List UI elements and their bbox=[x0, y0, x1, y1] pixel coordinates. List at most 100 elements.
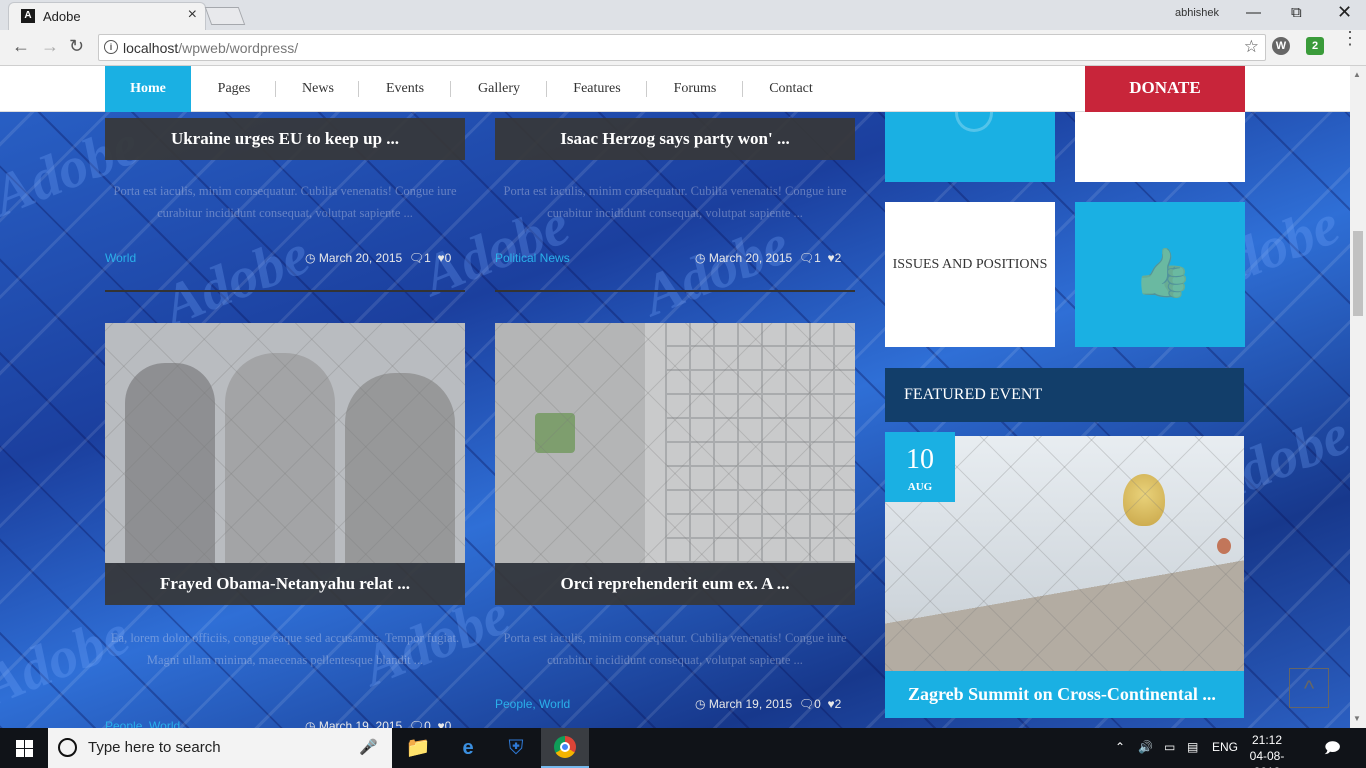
post-category-link[interactable]: Political News bbox=[495, 251, 570, 265]
battery-icon[interactable]: ▭ bbox=[1164, 740, 1175, 754]
close-window-icon[interactable]: ✕ bbox=[1337, 2, 1352, 23]
volume-icon[interactable]: 🔊 bbox=[1138, 740, 1153, 754]
nav-separator bbox=[646, 81, 647, 97]
event-date-badge: 10 AUG bbox=[885, 432, 955, 502]
nav-separator bbox=[358, 81, 359, 97]
file-explorer-icon[interactable]: 📁 bbox=[394, 728, 442, 768]
security-shield-icon[interactable]: ⛨ bbox=[492, 728, 540, 768]
post-excerpt: Porta est iaculis, minim consequatur. Cu… bbox=[113, 184, 457, 220]
nav-news[interactable]: News bbox=[280, 66, 356, 112]
clock-date: 04-08-2018 bbox=[1249, 749, 1285, 768]
forward-icon[interactable]: → bbox=[41, 36, 59, 57]
post-meta: ◷ March 19, 2015 🗨0 ♥2 bbox=[695, 697, 842, 711]
image-watermark bbox=[495, 323, 855, 563]
post-image[interactable] bbox=[105, 323, 465, 563]
post-category-link[interactable]: People, World bbox=[495, 697, 570, 711]
input-language[interactable]: ENG bbox=[1212, 740, 1238, 754]
notifications-icon[interactable]: 🗩 bbox=[1324, 738, 1341, 763]
site-navigation: Home Pages News Events Gallery Features … bbox=[0, 66, 1350, 112]
system-clock[interactable]: 21:12 04-08-2018 bbox=[1242, 732, 1292, 768]
nav-events[interactable]: Events bbox=[362, 66, 448, 112]
wordpress-extension-icon[interactable]: W bbox=[1272, 37, 1290, 55]
profile-name[interactable]: abhishek bbox=[1175, 7, 1219, 19]
issues-and-positions-tile[interactable]: ISSUES AND POSITIONS bbox=[885, 202, 1055, 347]
back-to-top-button[interactable]: ^ bbox=[1289, 668, 1329, 708]
heart-icon: ♥ bbox=[437, 251, 445, 265]
post-meta: ◷ March 20, 2015 🗨1 ♥0 bbox=[305, 251, 452, 265]
post-title[interactable]: Isaac Herzog says party won' ... bbox=[495, 118, 855, 160]
reload-icon[interactable]: ↻ bbox=[69, 36, 84, 57]
clock-time: 21:12 bbox=[1251, 733, 1283, 747]
sidebar-tile-white[interactable] bbox=[1075, 112, 1245, 182]
post-excerpt: Porta est iaculis, minim consequatur. Cu… bbox=[503, 631, 847, 667]
nav-separator bbox=[546, 81, 547, 97]
post-meta: ◷ March 20, 2015 🗨1 ♥2 bbox=[695, 251, 842, 265]
nav-contact[interactable]: Contact bbox=[746, 66, 836, 112]
address-bar[interactable]: i localhost/wpweb/wordpress/ ☆ bbox=[98, 34, 1266, 61]
comment-icon: 🗨 bbox=[408, 251, 425, 265]
tab-close-icon[interactable]: × bbox=[188, 6, 197, 24]
background-watermark: Adobe bbox=[153, 221, 319, 338]
post-excerpt: Ea, lorem dolor officiis, congue eaque s… bbox=[110, 631, 460, 667]
edge-browser-icon[interactable]: e bbox=[444, 728, 492, 768]
taskbar-search-box[interactable]: Type here to search 🎤 bbox=[48, 728, 392, 768]
url-text[interactable]: localhost/wpweb/wordpress/ bbox=[123, 40, 298, 56]
post-category-link[interactable]: People, World bbox=[105, 719, 180, 728]
new-tab-button[interactable] bbox=[204, 7, 246, 25]
sidebar-tile-blue[interactable] bbox=[885, 112, 1055, 182]
event-title[interactable]: Zagreb Summit on Cross-Continental ... bbox=[885, 671, 1244, 718]
extension-icon[interactable]: 2 bbox=[1306, 37, 1324, 55]
event-month: AUG bbox=[907, 481, 933, 493]
sidebar-tile-like[interactable]: 👍 bbox=[1075, 202, 1245, 347]
post-excerpt: Porta est iaculis, minim consequatur. Cu… bbox=[503, 184, 847, 220]
windows-start-icon[interactable] bbox=[0, 728, 48, 768]
heart-icon: ♥ bbox=[827, 251, 835, 265]
browser-tab[interactable]: A Adobe × bbox=[8, 2, 206, 30]
tab-title: Adobe bbox=[43, 9, 81, 24]
nav-features[interactable]: Features bbox=[550, 66, 644, 112]
post-title[interactable]: Orci reprehenderit eum ex. A ... bbox=[495, 563, 855, 605]
microphone-icon[interactable]: 🎤 bbox=[359, 738, 378, 756]
adobe-favicon-icon: A bbox=[21, 9, 35, 23]
scroll-thumb[interactable] bbox=[1353, 231, 1363, 316]
image-watermark bbox=[105, 323, 465, 563]
site-info-icon[interactable]: i bbox=[104, 40, 118, 54]
chrome-menu-icon[interactable]: ⋮ bbox=[1341, 29, 1359, 47]
clock-icon: ◷ bbox=[305, 719, 316, 728]
restore-icon[interactable]: ⧉ bbox=[1291, 4, 1302, 21]
post-divider bbox=[105, 290, 465, 292]
comment-icon: 🗨 bbox=[798, 697, 815, 711]
page-scrollbar[interactable]: ▲ ▼ bbox=[1350, 66, 1366, 728]
browser-titlebar: A Adobe × abhishek — ⧉ ✕ bbox=[0, 0, 1366, 30]
back-icon[interactable]: ← bbox=[12, 36, 30, 57]
donate-button[interactable]: DONATE bbox=[1085, 66, 1245, 112]
heart-icon: ♥ bbox=[827, 697, 835, 711]
clock-icon: ◷ bbox=[695, 251, 706, 265]
post-image[interactable] bbox=[495, 323, 855, 563]
nav-gallery[interactable]: Gallery bbox=[454, 66, 544, 112]
nav-separator bbox=[275, 81, 276, 97]
post-category-link[interactable]: World bbox=[105, 251, 136, 265]
post-title[interactable]: Ukraine urges EU to keep up ... bbox=[105, 118, 465, 160]
nav-forums[interactable]: Forums bbox=[650, 66, 740, 112]
bookmark-star-icon[interactable]: ☆ bbox=[1244, 37, 1259, 57]
network-icon[interactable]: ▤ bbox=[1187, 740, 1198, 754]
featured-event-heading: FEATURED EVENT bbox=[885, 368, 1244, 422]
event-day: 10 bbox=[906, 444, 934, 475]
nav-pages[interactable]: Pages bbox=[195, 66, 273, 112]
nav-home[interactable]: Home bbox=[105, 66, 191, 112]
clock-icon: ◷ bbox=[695, 697, 706, 711]
clock-icon: ◷ bbox=[305, 251, 316, 265]
post-divider bbox=[495, 290, 855, 292]
scroll-down-icon[interactable]: ▼ bbox=[1353, 714, 1361, 723]
browser-toolbar: ← → ↻ i localhost/wpweb/wordpress/ ☆ W 2… bbox=[0, 29, 1366, 66]
chrome-taskbar-icon[interactable] bbox=[541, 728, 589, 768]
scroll-up-icon[interactable]: ▲ bbox=[1353, 70, 1361, 79]
comment-icon: 🗨 bbox=[408, 719, 425, 728]
comment-icon: 🗨 bbox=[798, 251, 815, 265]
minimize-icon[interactable]: — bbox=[1246, 4, 1261, 21]
post-title[interactable]: Frayed Obama-Netanyahu relat ... bbox=[105, 563, 465, 605]
show-hidden-icons-icon[interactable]: ⌃ bbox=[1115, 740, 1125, 754]
nav-separator bbox=[450, 81, 451, 97]
thumbs-up-icon: 👍 bbox=[1133, 247, 1193, 300]
